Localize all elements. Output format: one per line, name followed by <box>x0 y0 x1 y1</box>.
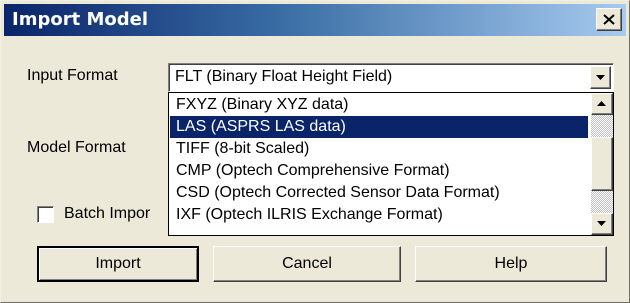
import-button[interactable]: Import <box>37 246 199 282</box>
batch-import-label: Batch Impor <box>64 205 151 222</box>
model-format-label: Model Format <box>27 139 126 156</box>
input-format-label: Input Format <box>27 67 118 84</box>
list-item[interactable]: CMP (Optech Comprehensive Format) <box>170 160 588 182</box>
close-icon <box>603 14 615 25</box>
title-bar[interactable]: Import Model <box>4 4 626 36</box>
scroll-down-button[interactable] <box>591 213 613 235</box>
close-button[interactable] <box>596 8 622 31</box>
batch-import-checkbox[interactable] <box>37 206 54 223</box>
dropdown-scrollbar[interactable] <box>591 93 613 235</box>
input-format-value: FLT (Binary Float Height Field) <box>175 68 393 85</box>
list-item[interactable]: IXF (Optech ILRIS Exchange Format) <box>170 204 588 226</box>
chevron-up-icon <box>597 101 606 106</box>
import-model-dialog: Import Model Input Format FLT (Binary Fl… <box>0 0 630 303</box>
list-item[interactable]: TIFF (8-bit Scaled) <box>170 138 588 160</box>
list-item-selected[interactable]: LAS (ASPRS LAS data) <box>170 116 588 138</box>
scroll-up-button[interactable] <box>591 93 613 115</box>
scroll-thumb[interactable] <box>591 137 613 191</box>
input-format-dropdown-button[interactable] <box>590 66 611 89</box>
input-format-dropdown-list[interactable]: FXYZ (Binary XYZ data) LAS (ASPRS LAS da… <box>168 92 614 236</box>
help-button[interactable]: Help <box>415 246 607 282</box>
dialog-title: Import Model <box>12 9 148 30</box>
list-item[interactable]: CSD (Optech Corrected Sensor Data Format… <box>170 182 588 204</box>
cancel-button[interactable]: Cancel <box>213 246 401 282</box>
list-item[interactable]: FXYZ (Binary XYZ data) <box>170 94 588 116</box>
chevron-down-icon <box>597 221 606 226</box>
input-format-select[interactable]: FLT (Binary Float Height Field) <box>168 63 614 92</box>
chevron-down-icon <box>596 75 605 80</box>
